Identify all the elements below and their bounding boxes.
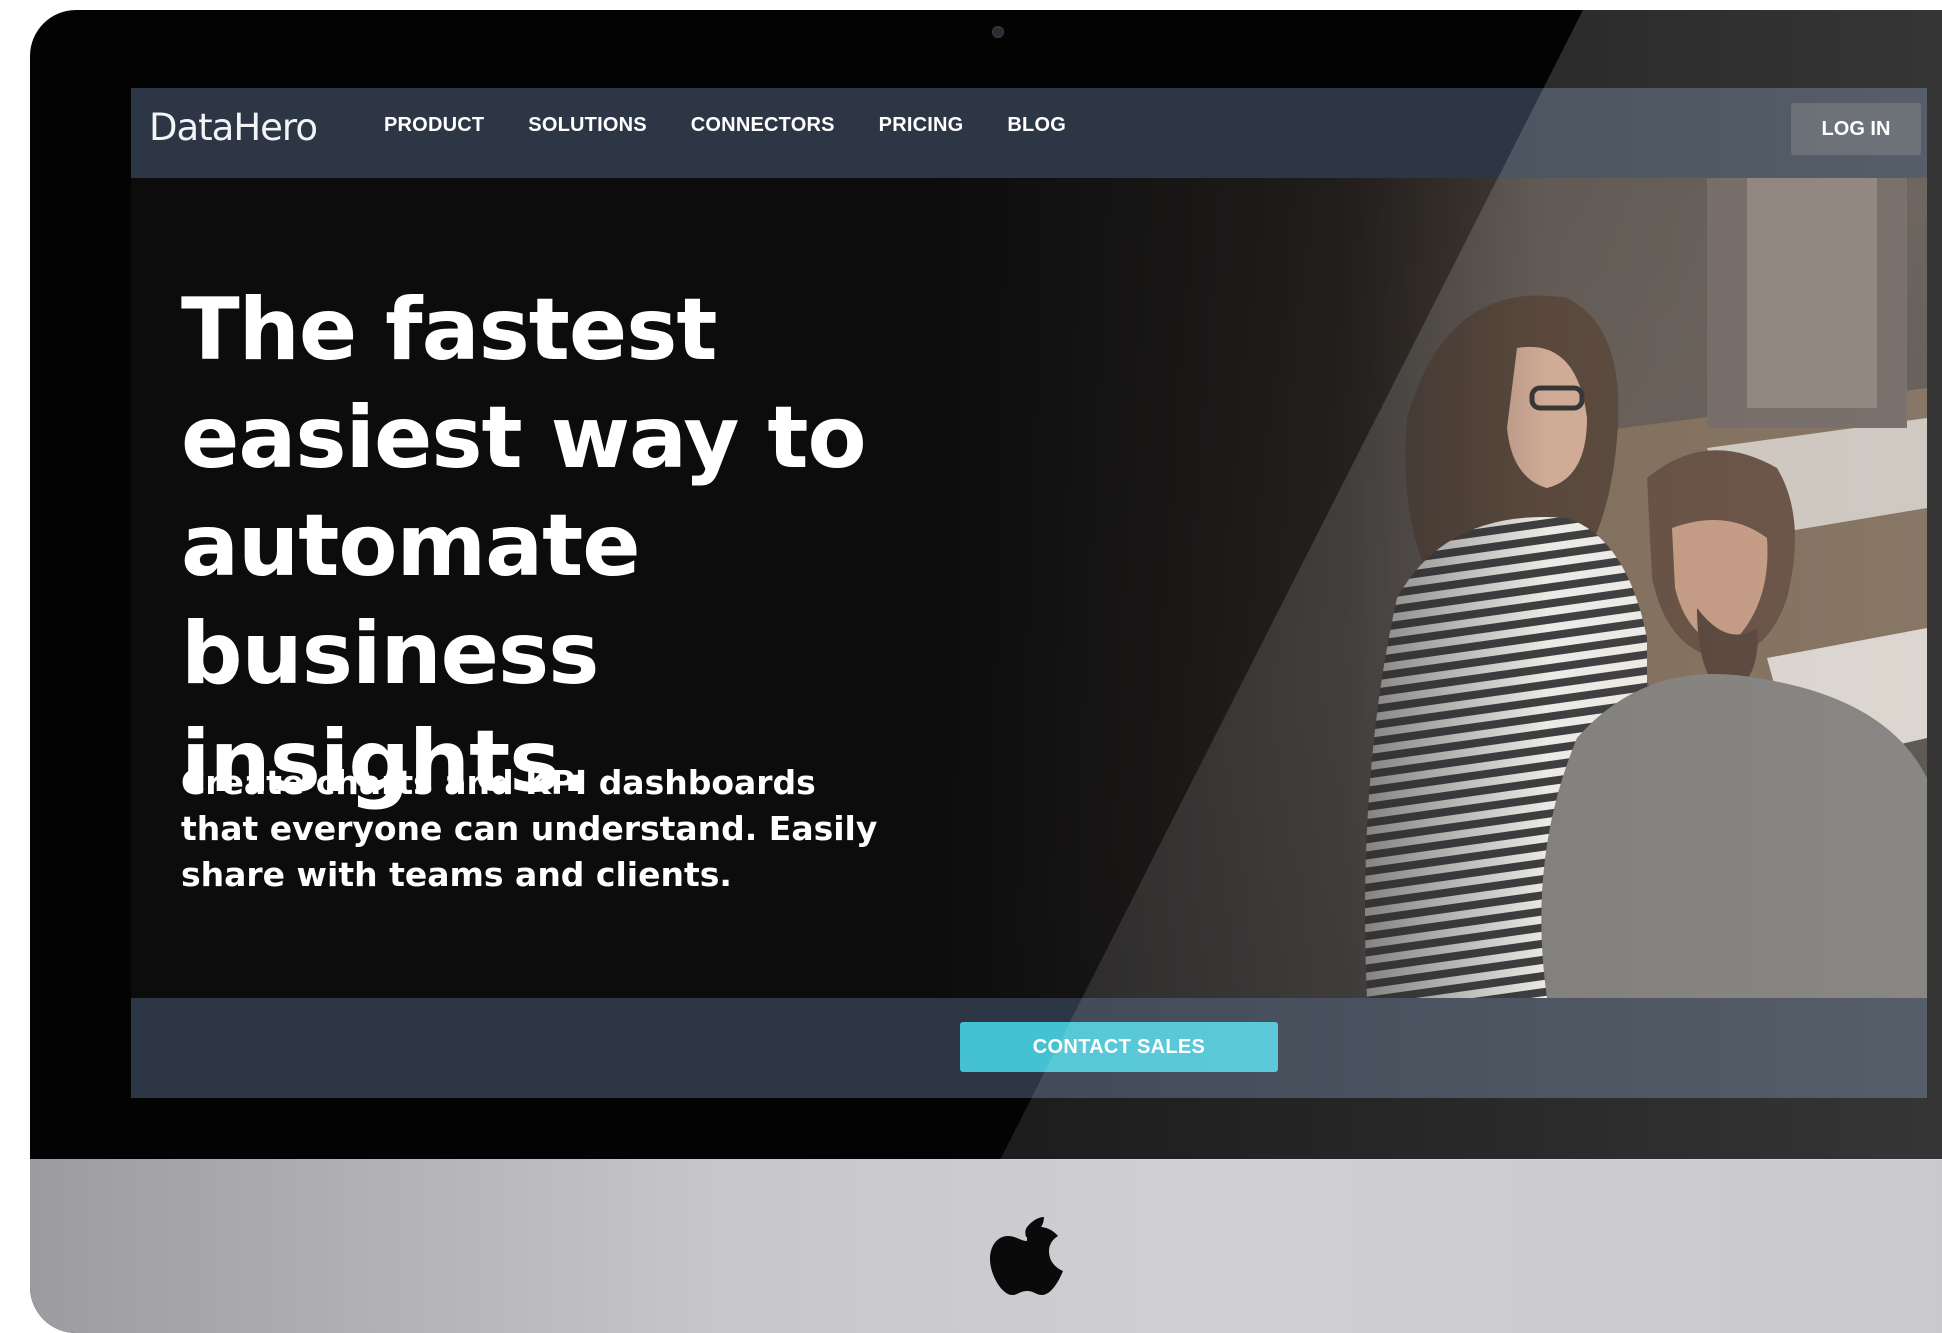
apple-logo-icon — [990, 1217, 1063, 1295]
subhead-line: that everyone can understand. Easily — [181, 809, 878, 848]
team-meeting-photo — [927, 178, 1927, 998]
datahero-logo[interactable]: DataHero — [149, 106, 318, 149]
camera-icon — [992, 26, 1004, 38]
monitor-chin — [30, 1159, 1942, 1333]
nav-item-solutions[interactable]: SOLUTIONS — [528, 114, 646, 137]
headline-line: easiest way to — [181, 388, 867, 488]
navbar: DataHero PRODUCT SOLUTIONS CONNECTORS PR… — [131, 88, 1927, 178]
nav-item-pricing[interactable]: PRICING — [879, 114, 964, 137]
headline-line: business — [181, 604, 599, 704]
login-button[interactable]: LOG IN — [1791, 103, 1921, 155]
contact-sales-button[interactable]: CONTACT SALES — [960, 1022, 1278, 1072]
website-screen: DataHero PRODUCT SOLUTIONS CONNECTORS PR… — [131, 88, 1927, 1098]
hero-subhead: Create charts and KPI dashboards that ev… — [181, 760, 961, 898]
imac-mockup: DataHero PRODUCT SOLUTIONS CONNECTORS PR… — [0, 0, 1942, 1333]
monitor-bezel: DataHero PRODUCT SOLUTIONS CONNECTORS PR… — [30, 10, 1942, 1333]
headline-line: The fastest — [181, 280, 718, 380]
nav-item-blog[interactable]: BLOG — [1007, 114, 1066, 137]
headline-line: automate — [181, 496, 641, 596]
nav-item-product[interactable]: PRODUCT — [384, 114, 484, 137]
nav-item-connectors[interactable]: CONNECTORS — [691, 114, 835, 137]
nav-links: PRODUCT SOLUTIONS CONNECTORS PRICING BLO… — [384, 114, 1110, 137]
hero-headline: The fastest easiest way to automate busi… — [181, 276, 981, 816]
subhead-line: share with teams and clients. — [181, 855, 732, 894]
subhead-line: Create charts and KPI dashboards — [181, 763, 816, 802]
cta-bar: CONTACT SALES — [131, 998, 1927, 1098]
